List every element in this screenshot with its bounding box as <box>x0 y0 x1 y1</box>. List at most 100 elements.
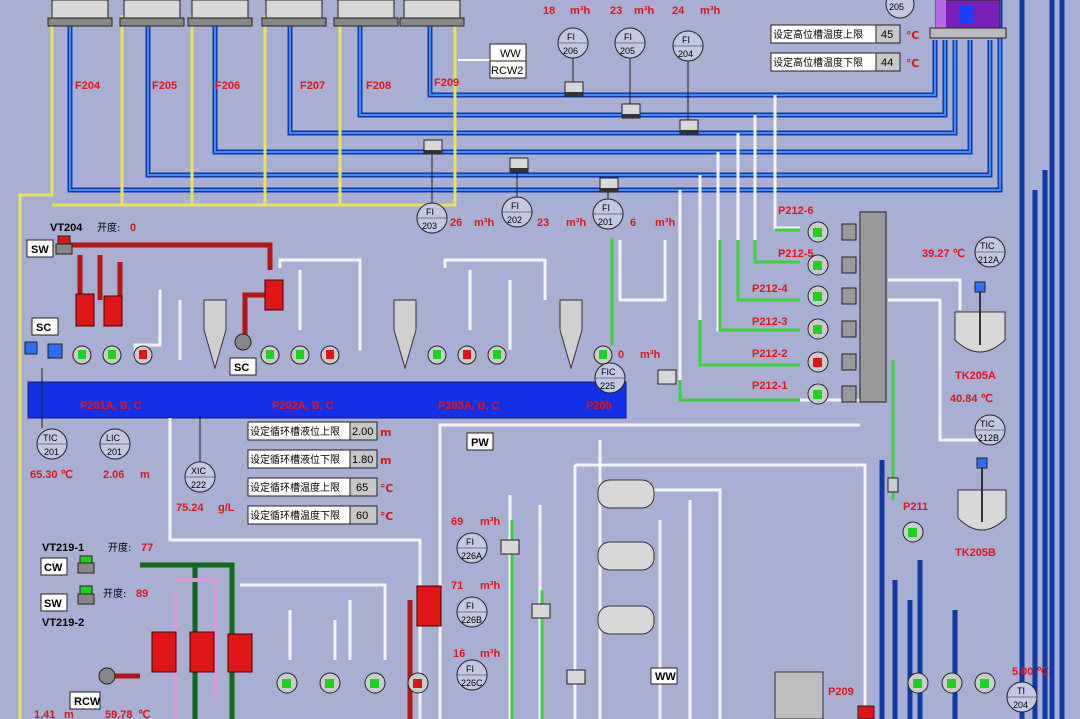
fi-tag: FI <box>602 203 610 213</box>
fi-tag: FI <box>466 537 474 547</box>
flow-value-2: 23 <box>610 5 622 17</box>
fi-204-instrument[interactable]: FI 204 <box>672 30 704 120</box>
fi-num: 204 <box>678 49 693 59</box>
tank-tk205a-label: TK205A <box>955 370 996 382</box>
vt219-1-open-label: 开度: <box>108 541 131 554</box>
lic-201-instrument[interactable]: LIC 201 2.06 m <box>99 428 150 481</box>
vt219-1-label: VT219-1 <box>42 542 84 554</box>
horizontal-vessels <box>597 479 655 635</box>
fi-tag: FI <box>426 207 434 217</box>
tic-212b-instrument[interactable]: TIC 212B 40.84 ℃ <box>950 393 1006 446</box>
pump-p212-4[interactable]: P212-4 <box>752 283 857 307</box>
circ-setting-value-3: 65 <box>356 482 368 494</box>
vt204-valve[interactable]: VT204 开度: 0 <box>50 221 136 255</box>
top-tank-F207[interactable]: F207 <box>261 0 327 92</box>
top-tank-F204[interactable]: F204 <box>47 0 113 92</box>
flow-value-1: 18 <box>543 5 555 17</box>
fi-226a-value: 69 <box>451 516 463 528</box>
lic-201-unit: m <box>140 469 150 481</box>
top-tank-F208[interactable]: F208 <box>333 0 399 92</box>
fic-tag: FIC <box>601 367 616 377</box>
high-tank-upper-value: 45 <box>881 29 893 41</box>
tic-num: 212B <box>978 433 999 443</box>
rcw2-label: RCW2 <box>491 65 523 77</box>
tank-tk205b[interactable]: TK205B <box>955 457 1007 559</box>
fi-tag: FI <box>466 664 474 674</box>
tank-tk205a[interactable]: TK205A <box>954 281 1006 382</box>
sw-button-2[interactable]: SW <box>40 593 68 612</box>
ww-rcw2-box: WW RCW2 <box>458 43 527 79</box>
fic-225-value: 0 <box>618 349 624 361</box>
pump-p212-3-label: P212-3 <box>752 316 787 328</box>
high-level-tank[interactable] <box>929 0 1007 39</box>
fi-num: 202 <box>507 215 522 225</box>
rcw-button[interactable]: RCW <box>69 691 101 710</box>
sw-button-1[interactable]: SW <box>26 239 54 258</box>
fi-226c-instrument[interactable]: FI 226C 16 m³h <box>453 648 586 691</box>
fi-201-unit: m³h <box>655 217 675 229</box>
xic-222-unit: g/L <box>218 502 235 514</box>
flow-unit-1: m³h <box>570 5 590 17</box>
pump-p212-6[interactable]: P212-6 <box>778 205 857 243</box>
fi-226b-unit: m³h <box>480 580 500 592</box>
tic-212a-instrument[interactable]: TIC 212A 39.27 ℃ <box>922 236 1006 268</box>
fi-226a-unit: m³h <box>480 516 500 528</box>
pump-p212-2-label: P212-2 <box>752 348 787 360</box>
sc-button-2[interactable]: SC <box>229 357 257 376</box>
cw-button[interactable]: CW <box>40 557 68 576</box>
tic-201-value: 65.30 ℃ <box>30 469 73 481</box>
fi-206-instrument[interactable]: FI 206 <box>557 27 589 82</box>
fi-226b-instrument[interactable]: FI 226B 71 m³h <box>451 580 551 628</box>
fi-num: 205 <box>620 46 635 56</box>
tank-label-F205: F205 <box>152 80 177 92</box>
bottom-unit-a: m <box>64 709 74 719</box>
fi-tag: FI <box>567 32 575 42</box>
pw-button[interactable]: PW <box>466 432 494 451</box>
fi-202-unit: m³h <box>566 217 586 229</box>
ti-num: 204 <box>1013 700 1028 710</box>
pump-p212-3[interactable]: P212-3 <box>752 316 857 340</box>
tank-label-p202: P202A, B, C <box>272 400 334 412</box>
xic-num: 222 <box>191 480 206 490</box>
fi-226b-value: 71 <box>451 580 463 592</box>
vt219-2-label: VT219-2 <box>42 617 84 629</box>
badge-205-label: 205 <box>889 2 904 12</box>
xic-222-value: 75.24 <box>176 502 204 514</box>
fi-201-instrument[interactable]: FI 201 6 m³h <box>592 192 675 230</box>
ww-bottom-button[interactable]: WW <box>650 667 678 685</box>
fi-tag: FI <box>511 201 519 211</box>
upper-blue-pipelines <box>67 0 1065 719</box>
badge-205: 205 <box>885 0 915 19</box>
high-tank-lower-label: 设定高位槽温度下限 <box>773 56 863 69</box>
pump-p212-2[interactable]: P212-2 <box>752 348 857 373</box>
upper-pump-row <box>72 345 613 365</box>
xic-222-instrument[interactable]: XIC 222 75.24 g/L <box>176 418 235 514</box>
rcw-pump-symbol <box>98 667 116 685</box>
circulation-tank[interactable]: P201A, B, C P202A, B, C P203A, B, C P205 <box>27 381 627 419</box>
tic-num: 201 <box>44 447 59 457</box>
pump-p211[interactable]: P211 <box>887 477 928 543</box>
cw-button-label: CW <box>44 562 63 574</box>
fi-tag: FI <box>466 601 474 611</box>
tic-212b-value: 40.84 ℃ <box>950 393 993 405</box>
pump-symbol <box>234 333 252 351</box>
tic-tag: TIC <box>980 419 995 429</box>
tank-label-p205: P205 <box>586 400 612 412</box>
p209-tank[interactable]: P209 <box>774 671 875 719</box>
top-tank-F205[interactable]: F205 <box>119 0 185 92</box>
tank-label-p201: P201A, B, C <box>80 400 142 412</box>
tic-tag: TIC <box>980 241 995 251</box>
lower-pump-row <box>276 672 996 694</box>
circ-setting-label-2: 设定循环槽液位下限 <box>250 453 340 466</box>
tank-label-F207: F207 <box>300 80 325 92</box>
fi-202-value: 23 <box>537 217 549 229</box>
sc-button-1[interactable]: SC <box>31 317 59 336</box>
fi-226c-value: 16 <box>453 648 465 660</box>
ww-bottom-label: WW <box>655 671 676 683</box>
tank-label-F209: F209 <box>434 77 459 89</box>
top-tank-F206[interactable]: F206 <box>187 0 253 92</box>
fi-202-instrument[interactable]: FI 202 23 m³h <box>501 172 586 229</box>
circ-setting-value-1: 2.00 <box>352 426 373 438</box>
ti-204-value: 5.00 ℃ <box>1012 666 1049 678</box>
rcw-label: RCW <box>74 696 101 708</box>
